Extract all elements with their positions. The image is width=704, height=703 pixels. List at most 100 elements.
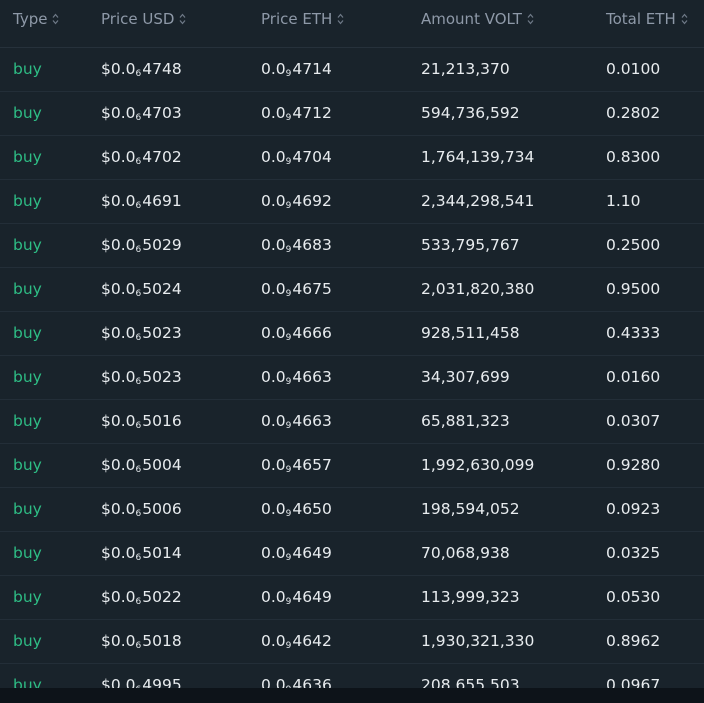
price-usd: $0.064748	[101, 60, 182, 79]
sort-icon	[527, 13, 534, 25]
table-header: Type Price USD Price ETH Amount VOLT Tot…	[0, 0, 704, 48]
total-eth: 0.0967	[606, 676, 661, 688]
table-row[interactable]: buy $0.064748 0.094714 21,213,370 0.0100	[0, 48, 704, 92]
amount-volt: 1,764,139,734	[421, 148, 535, 166]
price-usd-digits: 5023	[142, 368, 182, 386]
price-eth-zero-count: 9	[285, 157, 292, 167]
trades-table: Type Price USD Price ETH Amount VOLT Tot…	[0, 0, 704, 703]
table-row[interactable]: buy $0.065023 0.094666 928,511,458 0.4333	[0, 312, 704, 356]
price-usd-prefix: $0.0	[101, 280, 136, 298]
price-eth: 0.094704	[261, 148, 332, 167]
amount-volt: 1,992,630,099	[421, 456, 535, 474]
total-eth: 0.8962	[606, 632, 661, 650]
column-header-amount-volt[interactable]: Amount VOLT	[421, 10, 534, 28]
price-usd-digits: 4702	[142, 148, 182, 166]
price-eth-digits: 4642	[292, 632, 332, 650]
column-header-total-eth[interactable]: Total ETH	[606, 10, 688, 28]
trade-type: buy	[13, 280, 42, 298]
table-row[interactable]: buy $0.065022 0.094649 113,999,323 0.0530	[0, 576, 704, 620]
price-eth-zero-count: 9	[285, 509, 292, 519]
price-eth-digits: 4663	[292, 368, 332, 386]
column-header-price-usd[interactable]: Price USD	[101, 10, 186, 28]
price-eth-zero-count: 9	[285, 201, 292, 211]
price-usd-prefix: $0.0	[101, 456, 136, 474]
price-eth-zero-count: 9	[285, 113, 292, 123]
price-eth-digits: 4712	[292, 104, 332, 122]
sort-icon	[681, 13, 688, 25]
price-eth-digits: 4692	[292, 192, 332, 210]
table-row[interactable]: buy $0.065018 0.094642 1,930,321,330 0.8962	[0, 620, 704, 664]
price-usd: $0.064995	[101, 676, 182, 688]
price-eth-digits: 4650	[292, 500, 332, 518]
price-eth-zero-count: 9	[285, 245, 292, 255]
total-eth: 0.0923	[606, 500, 661, 518]
price-eth-zero-count: 9	[285, 289, 292, 299]
price-usd-prefix: $0.0	[101, 60, 136, 78]
price-eth-prefix: 0.0	[261, 280, 286, 298]
price-eth: 0.094650	[261, 500, 332, 519]
trade-type: buy	[13, 632, 42, 650]
column-header-price-eth[interactable]: Price ETH	[261, 10, 344, 28]
price-eth: 0.094649	[261, 588, 332, 607]
table-row[interactable]: buy $0.064702 0.094704 1,764,139,734 0.8300	[0, 136, 704, 180]
price-usd-zero-count: 6	[135, 245, 142, 255]
trade-type: buy	[13, 192, 42, 210]
price-eth-prefix: 0.0	[261, 60, 286, 78]
price-usd-zero-count: 6	[135, 69, 142, 79]
table-row[interactable]: buy $0.065004 0.094657 1,992,630,099 0.9280	[0, 444, 704, 488]
amount-volt: 208,655,503	[421, 676, 520, 688]
price-eth-prefix: 0.0	[261, 456, 286, 474]
total-eth: 0.2500	[606, 236, 661, 254]
trade-type: buy	[13, 676, 42, 688]
column-header-label: Price ETH	[261, 10, 333, 28]
price-eth: 0.094666	[261, 324, 332, 343]
price-eth-prefix: 0.0	[261, 588, 286, 606]
column-header-label: Type	[13, 10, 48, 28]
price-usd-digits: 5014	[142, 544, 182, 562]
price-usd-prefix: $0.0	[101, 236, 136, 254]
price-usd: $0.065024	[101, 280, 182, 299]
price-eth: 0.094657	[261, 456, 332, 475]
price-eth-prefix: 0.0	[261, 500, 286, 518]
trade-type: buy	[13, 368, 42, 386]
price-usd-zero-count: 6	[135, 333, 142, 343]
total-eth: 0.0530	[606, 588, 661, 606]
table-row[interactable]: buy $0.064703 0.094712 594,736,592 0.2802	[0, 92, 704, 136]
total-eth: 0.4333	[606, 324, 661, 342]
price-usd-zero-count: 6	[135, 421, 142, 431]
table-row[interactable]: buy $0.065006 0.094650 198,594,052 0.0923	[0, 488, 704, 532]
table-row[interactable]: buy $0.065029 0.094683 533,795,767 0.2500	[0, 224, 704, 268]
total-eth: 0.0160	[606, 368, 661, 386]
price-usd-zero-count: 6	[135, 157, 142, 167]
price-usd: $0.065023	[101, 324, 182, 343]
price-usd-prefix: $0.0	[101, 588, 136, 606]
price-eth-digits: 4663	[292, 412, 332, 430]
price-eth-prefix: 0.0	[261, 192, 286, 210]
price-eth: 0.094712	[261, 104, 332, 123]
trade-type: buy	[13, 148, 42, 166]
amount-volt: 21,213,370	[421, 60, 510, 78]
table-row[interactable]: buy $0.064995 0.094636 208,655,503 0.0967	[0, 664, 704, 688]
sort-icon	[337, 13, 344, 25]
price-eth: 0.094636	[261, 676, 332, 688]
price-usd-zero-count: 6	[135, 597, 142, 607]
price-eth-digits: 4666	[292, 324, 332, 342]
amount-volt: 2,344,298,541	[421, 192, 535, 210]
price-eth-zero-count: 9	[285, 597, 292, 607]
total-eth: 0.0100	[606, 60, 661, 78]
price-usd-prefix: $0.0	[101, 632, 136, 650]
amount-volt: 594,736,592	[421, 104, 520, 122]
table-row[interactable]: buy $0.065016 0.094663 65,881,323 0.0307	[0, 400, 704, 444]
trade-type: buy	[13, 588, 42, 606]
price-usd-digits: 4995	[142, 676, 182, 688]
table-row[interactable]: buy $0.064691 0.094692 2,344,298,541 1.10	[0, 180, 704, 224]
price-eth: 0.094675	[261, 280, 332, 299]
price-eth-prefix: 0.0	[261, 104, 286, 122]
table-row[interactable]: buy $0.065014 0.094649 70,068,938 0.0325	[0, 532, 704, 576]
price-eth-zero-count: 9	[285, 377, 292, 387]
price-eth: 0.094692	[261, 192, 332, 211]
column-header-type[interactable]: Type	[13, 10, 59, 28]
price-eth-zero-count: 9	[285, 421, 292, 431]
table-row[interactable]: buy $0.065024 0.094675 2,031,820,380 0.9500	[0, 268, 704, 312]
table-row[interactable]: buy $0.065023 0.094663 34,307,699 0.0160	[0, 356, 704, 400]
